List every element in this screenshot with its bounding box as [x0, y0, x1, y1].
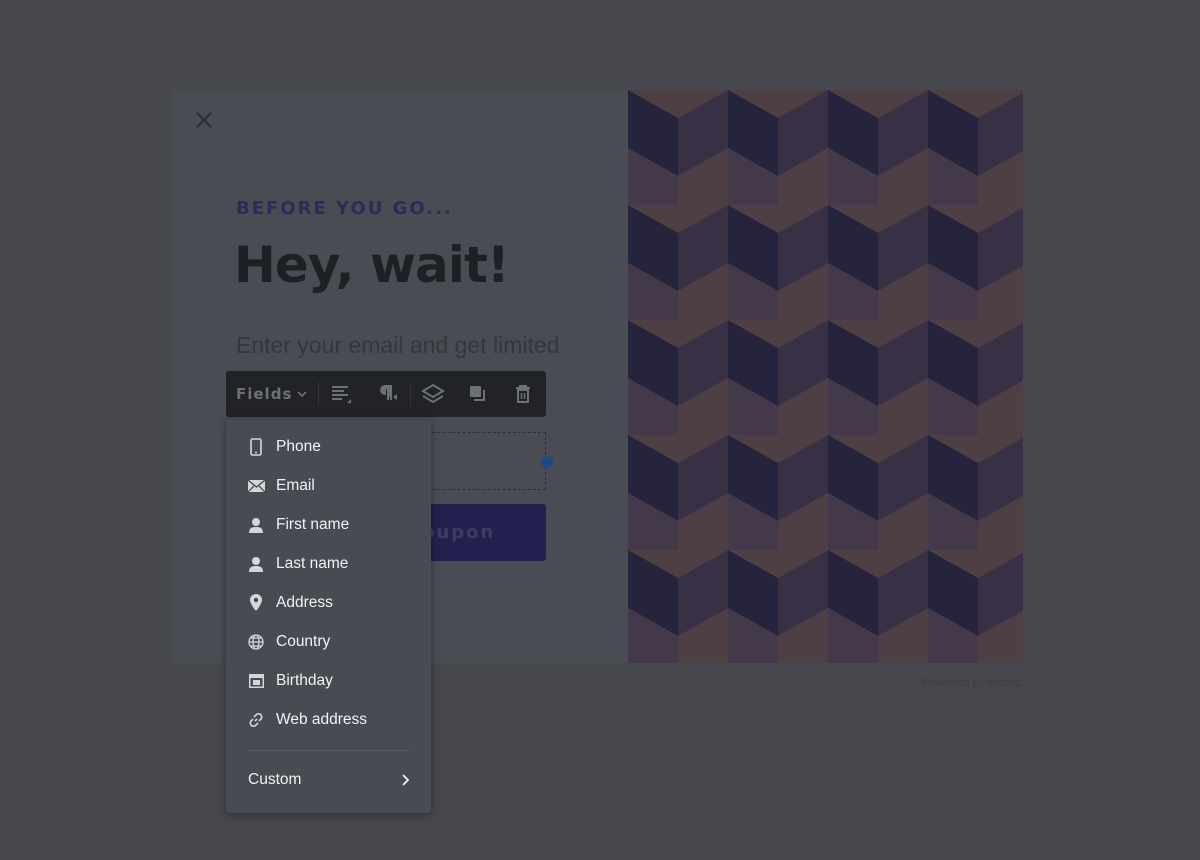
powered-by-link[interactable]: Powered by Adoric — [922, 675, 1022, 689]
fields-label: Fields — [236, 385, 293, 403]
paragraph-icon — [380, 384, 398, 400]
menu-item-label: Country — [276, 632, 331, 650]
menu-item-phone[interactable]: Phone — [226, 427, 431, 466]
menu-item-web-address[interactable]: Web address — [226, 700, 431, 739]
calendar-icon — [247, 672, 265, 690]
menu-item-email[interactable]: Email — [226, 466, 431, 505]
menu-item-last-name[interactable]: Last name — [226, 544, 431, 583]
link-icon — [247, 711, 265, 729]
cube-pattern-image — [628, 90, 1023, 663]
phone-icon — [247, 437, 265, 456]
menu-item-address[interactable]: Address — [226, 583, 431, 622]
map-pin-icon — [247, 594, 265, 612]
delete-button[interactable] — [501, 371, 546, 417]
align-text-button[interactable] — [319, 371, 364, 417]
trash-icon — [516, 385, 531, 403]
menu-item-label: Email — [276, 476, 315, 494]
resize-handle[interactable] — [541, 456, 553, 468]
globe-icon — [247, 633, 265, 651]
layers-button[interactable] — [411, 371, 456, 417]
fields-dropdown-menu: Phone Email First name Last name Address… — [226, 419, 431, 813]
popup-eyebrow: BEFORE YOU GO... — [236, 198, 453, 219]
menu-item-birthday[interactable]: Birthday — [226, 661, 431, 700]
menu-item-custom[interactable]: Custom — [226, 761, 431, 799]
popup-title: Hey, wait! — [234, 236, 510, 294]
fields-dropdown-button[interactable]: Fields — [226, 371, 318, 417]
menu-item-country[interactable]: Country — [226, 622, 431, 661]
menu-item-first-name[interactable]: First name — [226, 505, 431, 544]
chevron-right-icon — [402, 774, 409, 786]
menu-item-label: Phone — [276, 437, 321, 455]
align-text-icon — [331, 386, 351, 403]
menu-item-label: Custom — [248, 771, 302, 788]
paragraph-button[interactable] — [364, 371, 409, 417]
menu-item-label: Address — [276, 593, 333, 611]
close-icon[interactable] — [194, 110, 214, 130]
menu-item-label: Last name — [276, 554, 349, 572]
duplicate-button[interactable] — [456, 371, 501, 417]
menu-item-label: Web address — [276, 710, 368, 728]
menu-item-label: First name — [276, 515, 350, 533]
menu-item-label: Birthday — [276, 671, 333, 689]
element-toolbar: Fields — [226, 371, 546, 417]
menu-divider — [248, 750, 409, 751]
user-icon — [247, 516, 265, 534]
user-icon — [247, 555, 265, 573]
envelope-icon — [247, 477, 265, 495]
chevron-down-icon — [297, 391, 307, 398]
duplicate-icon — [470, 386, 486, 401]
layers-icon — [421, 383, 446, 404]
